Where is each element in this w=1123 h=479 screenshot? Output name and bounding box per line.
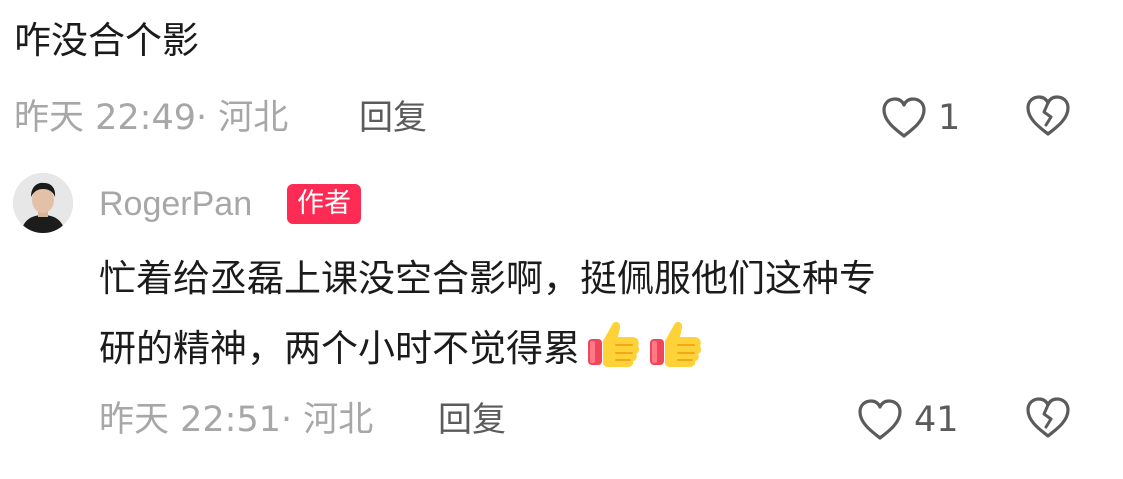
avatar[interactable] (13, 173, 73, 233)
reply-text-line: 忙着给丞磊上课没空合影啊，挺佩服他们这种专 (99, 257, 876, 300)
thumbs-up-icon (586, 317, 642, 392)
comment-meta: 昨天 22:49· 河北 (14, 93, 288, 143)
like-count: 1 (938, 98, 961, 138)
reply-meta: 昨天 22:51· 河北 (99, 395, 373, 445)
heart-icon (880, 96, 928, 140)
thumbs-up-icon (648, 317, 704, 392)
reply-button[interactable]: 回复 (359, 93, 427, 143)
reply-location: · 河北 (281, 400, 374, 440)
comment-location: · 河北 (196, 98, 289, 138)
reply-text-line: 研的精神，两个小时不觉得累 (99, 327, 580, 370)
reply-text-line-2: 研的精神，两个小时不觉得累 (99, 314, 1099, 392)
comment-meta-row: 昨天 22:49· 河北 回复 1 (14, 93, 1110, 143)
like-button[interactable]: 1 (880, 93, 960, 143)
heart-icon (856, 398, 904, 442)
dislike-button[interactable] (1024, 395, 1072, 445)
reply-time: 昨天 22:51 (99, 400, 281, 440)
comment-time: 昨天 22:49 (14, 98, 196, 138)
comment-text: 咋没合个影 (14, 19, 199, 62)
broken-heart-icon (1024, 396, 1072, 444)
author-name[interactable]: RogerPan (99, 181, 252, 227)
author-badge: 作者 (287, 184, 361, 224)
like-count: 41 (914, 400, 959, 440)
reply-meta-row: 昨天 22:51· 河北 回复 41 (99, 395, 1110, 445)
reply-button[interactable]: 回复 (438, 395, 506, 445)
dislike-button[interactable] (1024, 93, 1072, 143)
like-button[interactable]: 41 (856, 395, 959, 445)
reply-text: 忙着给丞磊上课没空合影啊，挺佩服他们这种专 研的精神，两个小时不觉得累 (99, 244, 1099, 392)
broken-heart-icon (1024, 94, 1072, 142)
